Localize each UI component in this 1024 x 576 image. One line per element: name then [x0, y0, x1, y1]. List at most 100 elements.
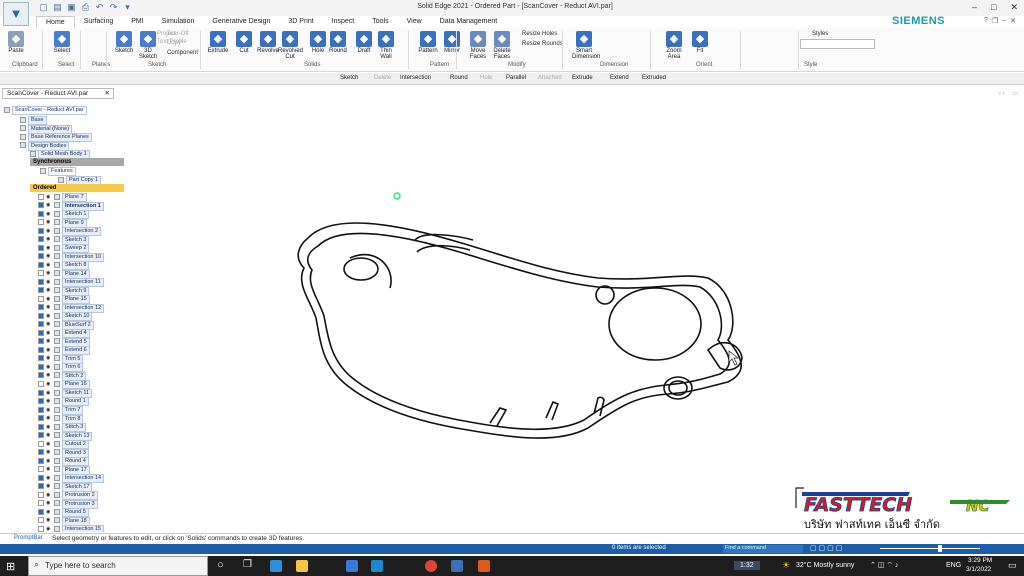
eye-icon[interactable]: ◉ — [46, 492, 52, 498]
tree-item-ordered-feature[interactable]: ◉ Protrusion 2 — [38, 491, 98, 501]
visibility-checkbox[interactable] — [38, 295, 44, 302]
tree-item-ordered-feature[interactable]: ◉ Trim 6 — [38, 363, 84, 373]
command-extruded[interactable]: Extruded — [642, 75, 666, 81]
eye-icon[interactable]: ◉ — [46, 194, 52, 200]
visibility-checkbox[interactable] — [38, 525, 44, 532]
visibility-checkbox[interactable] — [38, 372, 44, 379]
document-close-icon[interactable]: ✕ — [105, 89, 110, 98]
eye-icon[interactable]: ◉ — [46, 355, 52, 361]
rotate-center-icon[interactable] — [393, 192, 401, 200]
command-parallel[interactable]: Parallel — [506, 75, 526, 81]
visibility-checkbox[interactable] — [38, 219, 44, 226]
tree-item-ordered-feature[interactable]: ◉ Sketch 10 — [38, 312, 93, 322]
tray-icons[interactable]: ⌃ ◫ ⌔ ♪ — [870, 561, 898, 570]
visibility-checkbox[interactable] — [38, 236, 44, 243]
new-icon[interactable]: ▢ — [38, 2, 49, 13]
file-explorer-icon[interactable] — [296, 560, 308, 572]
tree-item-ordered-feature[interactable]: ◉ Trim 7 — [38, 406, 84, 415]
visibility-checkbox[interactable] — [38, 329, 44, 336]
tab-tools[interactable]: Tools — [363, 16, 397, 28]
visibility-checkbox[interactable] — [38, 346, 44, 353]
resize-rounds-button[interactable]: Resize Rounds — [522, 41, 563, 47]
eye-icon[interactable]: ◉ — [46, 432, 52, 438]
eye-icon[interactable]: ◉ — [46, 330, 52, 336]
weather-text[interactable]: 32°C Mostly sunny — [796, 562, 854, 569]
tree-item-ordered-feature[interactable]: ◉ Intersection 1 — [38, 201, 104, 211]
eye-icon[interactable]: ◉ — [46, 279, 52, 285]
tree-item-planes[interactable]: Base Reference Planes — [20, 133, 92, 143]
fit-button[interactable]: ◆ Fit — [688, 31, 712, 54]
visibility-checkbox[interactable] — [38, 261, 44, 268]
tree-root-part[interactable]: ScanCover - Reduct AVI.par — [4, 106, 87, 115]
command-hole[interactable]: Hole — [480, 75, 492, 81]
eye-icon[interactable]: ◉ — [46, 313, 52, 319]
tree-item-ordered-feature[interactable]: ◉ Round 5 — [38, 508, 89, 518]
tab-view[interactable]: View — [398, 16, 431, 28]
find-command-input[interactable]: Find a command — [723, 545, 803, 553]
synchronous-section-header[interactable]: Synchronous — [30, 158, 124, 166]
tree-item-base[interactable]: Base — [20, 116, 47, 125]
graphics-viewport[interactable] — [128, 100, 1024, 532]
eye-icon[interactable]: ◉ — [46, 458, 52, 464]
command-extrude[interactable]: Extrude — [572, 75, 593, 81]
tab-generative-design[interactable]: Generative Design — [203, 16, 279, 28]
prompt-bar-label[interactable]: PromptBar — [14, 535, 43, 541]
visibility-checkbox[interactable] — [38, 193, 44, 200]
delete-faces-button[interactable]: ◆ Delete Faces — [490, 31, 514, 60]
eye-icon[interactable]: ◉ — [46, 262, 52, 268]
view-arrow-icon[interactable]: ‹ › — [999, 91, 1005, 97]
visibility-checkbox[interactable] — [38, 483, 44, 490]
undo-icon[interactable]: ↶ — [94, 2, 105, 13]
command-round[interactable]: Round — [450, 75, 468, 81]
visibility-checkbox[interactable] — [38, 270, 44, 277]
visibility-checkbox[interactable] — [38, 389, 44, 396]
restore-icon[interactable]: ❐ — [992, 17, 998, 25]
tree-item-ordered-feature[interactable]: ◉ Round 3 — [38, 448, 89, 458]
smart-dimension-button[interactable]: ◆ Smart Dimension — [572, 31, 600, 60]
visibility-checkbox[interactable] — [38, 355, 44, 362]
eye-icon[interactable]: ◉ — [46, 500, 52, 506]
tree-item-ordered-feature[interactable]: ◉ Sketch 17 — [38, 482, 93, 492]
eye-icon[interactable]: ◉ — [46, 509, 52, 515]
view-menu-icon[interactable]: ▭ — [1012, 91, 1018, 97]
eye-icon[interactable]: ◉ — [46, 245, 52, 251]
visibility-checkbox[interactable] — [38, 253, 44, 260]
language-indicator[interactable]: ENG — [946, 562, 961, 569]
eye-icon[interactable]: ◉ — [46, 407, 52, 413]
zoom-slider-thumb[interactable] — [938, 545, 942, 552]
visibility-checkbox[interactable] — [38, 210, 44, 217]
tree-item-ordered-feature[interactable]: ◉ Intersection 11 — [38, 278, 104, 288]
visibility-checkbox[interactable] — [38, 500, 44, 507]
pattern-button[interactable]: ◆ Pattern — [416, 31, 440, 54]
tree-item-ordered-feature[interactable]: ◉ Protrusion 3 — [38, 499, 98, 509]
print-icon[interactable]: ⎙ — [80, 2, 91, 13]
tree-item-features[interactable]: Features — [40, 167, 76, 176]
ordered-section-header[interactable]: Ordered — [30, 184, 124, 192]
tab-simulation[interactable]: Simulation — [153, 16, 204, 28]
tree-item-ordered-feature[interactable]: ◉ Stitch 3 — [38, 423, 87, 433]
eye-icon[interactable]: ◉ — [46, 270, 52, 276]
cut-button[interactable]: ◆ Cut — [232, 31, 256, 54]
tree-item-ordered-feature[interactable]: ◉ Sketch 9 — [38, 286, 90, 296]
eye-icon[interactable]: ◉ — [46, 321, 52, 327]
visibility-checkbox[interactable] — [38, 202, 44, 209]
eye-icon[interactable]: ◉ — [46, 364, 52, 370]
select-button[interactable]: ◆ Select — [50, 31, 74, 54]
eye-icon[interactable]: ◉ — [46, 338, 52, 344]
visibility-checkbox[interactable] — [38, 457, 44, 464]
tree-item-body[interactable]: Design Bodies — [20, 141, 70, 151]
task-view-icon[interactable]: ❐ — [243, 559, 252, 570]
visibility-checkbox[interactable] — [38, 491, 44, 498]
copy-button[interactable]: Copy — [167, 40, 181, 46]
eye-icon[interactable]: ◉ — [46, 517, 52, 523]
move-faces-button[interactable]: ◆ Move Faces — [466, 31, 490, 60]
visibility-checkbox[interactable] — [38, 287, 44, 294]
eye-icon[interactable]: ◉ — [46, 449, 52, 455]
thin-wall-button[interactable]: ◆ Thin Wall — [374, 31, 398, 60]
eye-icon[interactable]: ◉ — [46, 415, 52, 421]
sketch-button[interactable]: ◆ Sketch — [112, 31, 136, 54]
command-delete[interactable]: Delete — [374, 75, 391, 81]
paste-button[interactable]: ◆ Paste — [4, 31, 28, 54]
eye-icon[interactable]: ◉ — [46, 526, 52, 532]
eye-icon[interactable]: ◉ — [46, 381, 52, 387]
